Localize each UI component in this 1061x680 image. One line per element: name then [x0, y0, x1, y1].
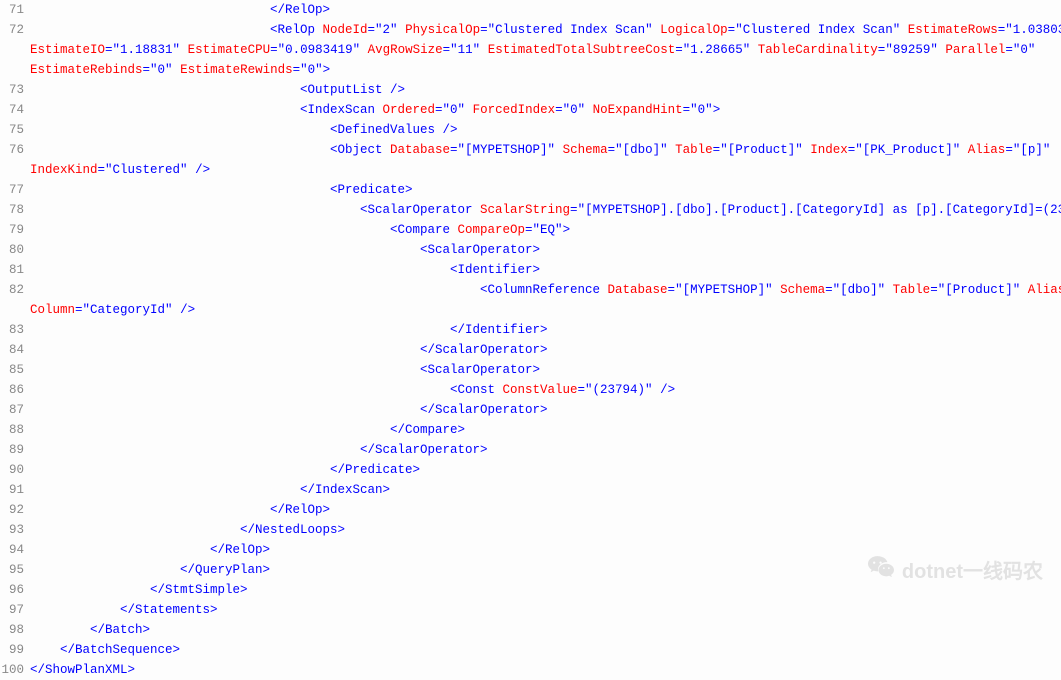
code-line: 99</BatchSequence>	[0, 640, 1061, 660]
code-line: EstimateIO="1.18831" EstimateCPU="0.0983…	[0, 40, 1061, 60]
code-content: EstimateIO="1.18831" EstimateCPU="0.0983…	[30, 40, 1061, 60]
code-line: 82<ColumnReference Database="[MYPETSHOP]…	[0, 280, 1061, 300]
line-number: 71	[0, 0, 30, 20]
line-number: 98	[0, 620, 30, 640]
wechat-icon	[868, 556, 894, 584]
line-number	[0, 60, 30, 80]
code-content: </Compare>	[30, 420, 1061, 440]
code-content: </RelOp>	[30, 500, 1061, 520]
code-content: </Identifier>	[30, 320, 1061, 340]
line-number: 73	[0, 80, 30, 100]
line-number: 86	[0, 380, 30, 400]
line-number: 83	[0, 320, 30, 340]
code-line: 83</Identifier>	[0, 320, 1061, 340]
code-content: <Predicate>	[30, 180, 1061, 200]
line-number: 95	[0, 560, 30, 580]
code-line: 74<IndexScan Ordered="0" ForcedIndex="0"…	[0, 100, 1061, 120]
code-line: 86<Const ConstValue="(23794)" />	[0, 380, 1061, 400]
code-line: 76<Object Database="[MYPETSHOP]" Schema=…	[0, 140, 1061, 160]
line-number: 79	[0, 220, 30, 240]
line-number: 89	[0, 440, 30, 460]
line-number: 80	[0, 240, 30, 260]
line-number: 76	[0, 140, 30, 160]
code-content: </NestedLoops>	[30, 520, 1061, 540]
line-number: 82	[0, 280, 30, 300]
code-content: </IndexScan>	[30, 480, 1061, 500]
code-line: 71</RelOp>	[0, 0, 1061, 20]
code-line: 85<ScalarOperator>	[0, 360, 1061, 380]
code-content: </BatchSequence>	[30, 640, 1061, 660]
line-number: 90	[0, 460, 30, 480]
line-number	[0, 40, 30, 60]
line-number: 93	[0, 520, 30, 540]
code-content: <ScalarOperator ScalarString="[MYPETSHOP…	[30, 200, 1061, 220]
watermark-text: dotnet一线码农	[902, 555, 1043, 584]
code-content: IndexKind="Clustered" />	[30, 160, 1061, 180]
line-number: 88	[0, 420, 30, 440]
watermark: dotnet一线码农	[868, 555, 1043, 584]
code-content: <Compare CompareOp="EQ">	[30, 220, 1061, 240]
code-content: <ColumnReference Database="[MYPETSHOP]" …	[30, 280, 1061, 300]
line-number: 84	[0, 340, 30, 360]
line-number: 92	[0, 500, 30, 520]
code-line: 78<ScalarOperator ScalarString="[MYPETSH…	[0, 200, 1061, 220]
code-content: <OutputList />	[30, 80, 1061, 100]
code-line: 91</IndexScan>	[0, 480, 1061, 500]
code-content: </Batch>	[30, 620, 1061, 640]
line-number: 85	[0, 360, 30, 380]
code-content: EstimateRebinds="0" EstimateRewinds="0">	[30, 60, 1061, 80]
code-content: </ScalarOperator>	[30, 440, 1061, 460]
code-content: </Statements>	[30, 600, 1061, 620]
line-number: 94	[0, 540, 30, 560]
code-content: <IndexScan Ordered="0" ForcedIndex="0" N…	[30, 100, 1061, 120]
code-line: 77<Predicate>	[0, 180, 1061, 200]
code-content: </ScalarOperator>	[30, 340, 1061, 360]
line-number: 99	[0, 640, 30, 660]
code-line: 84</ScalarOperator>	[0, 340, 1061, 360]
line-number	[0, 160, 30, 180]
code-line: 75<DefinedValues />	[0, 120, 1061, 140]
code-line: 81<Identifier>	[0, 260, 1061, 280]
line-number: 78	[0, 200, 30, 220]
code-content: </ScalarOperator>	[30, 400, 1061, 420]
code-line: 73<OutputList />	[0, 80, 1061, 100]
line-number: 81	[0, 260, 30, 280]
line-number: 77	[0, 180, 30, 200]
code-line: Column="CategoryId" />	[0, 300, 1061, 320]
code-content: <RelOp NodeId="2" PhysicalOp="Clustered …	[30, 20, 1061, 40]
code-content: <ScalarOperator>	[30, 360, 1061, 380]
code-line: 72<RelOp NodeId="2" PhysicalOp="Clustere…	[0, 20, 1061, 40]
code-content: <Identifier>	[30, 260, 1061, 280]
code-line: IndexKind="Clustered" />	[0, 160, 1061, 180]
code-line: 80<ScalarOperator>	[0, 240, 1061, 260]
line-number	[0, 300, 30, 320]
code-line: 93</NestedLoops>	[0, 520, 1061, 540]
code-line: 92</RelOp>	[0, 500, 1061, 520]
line-number: 100	[0, 660, 30, 680]
code-line: EstimateRebinds="0" EstimateRewinds="0">	[0, 60, 1061, 80]
code-line: 98</Batch>	[0, 620, 1061, 640]
code-content: <ScalarOperator>	[30, 240, 1061, 260]
line-number: 74	[0, 100, 30, 120]
code-content: <Const ConstValue="(23794)" />	[30, 380, 1061, 400]
line-number: 91	[0, 480, 30, 500]
code-content: <Object Database="[MYPETSHOP]" Schema="[…	[30, 140, 1061, 160]
line-number: 72	[0, 20, 30, 40]
code-content: </Predicate>	[30, 460, 1061, 480]
code-content: Column="CategoryId" />	[30, 300, 1061, 320]
code-line: 87</ScalarOperator>	[0, 400, 1061, 420]
line-number: 97	[0, 600, 30, 620]
code-line: 90</Predicate>	[0, 460, 1061, 480]
line-number: 87	[0, 400, 30, 420]
code-line: 88</Compare>	[0, 420, 1061, 440]
code-content: <DefinedValues />	[30, 120, 1061, 140]
line-number: 75	[0, 120, 30, 140]
code-content: </RelOp>	[30, 0, 1061, 20]
code-line: 97</Statements>	[0, 600, 1061, 620]
line-number: 96	[0, 580, 30, 600]
code-line: 79<Compare CompareOp="EQ">	[0, 220, 1061, 240]
code-line: 100</ShowPlanXML>	[0, 660, 1061, 680]
code-line: 89</ScalarOperator>	[0, 440, 1061, 460]
code-content: </ShowPlanXML>	[30, 660, 1061, 680]
